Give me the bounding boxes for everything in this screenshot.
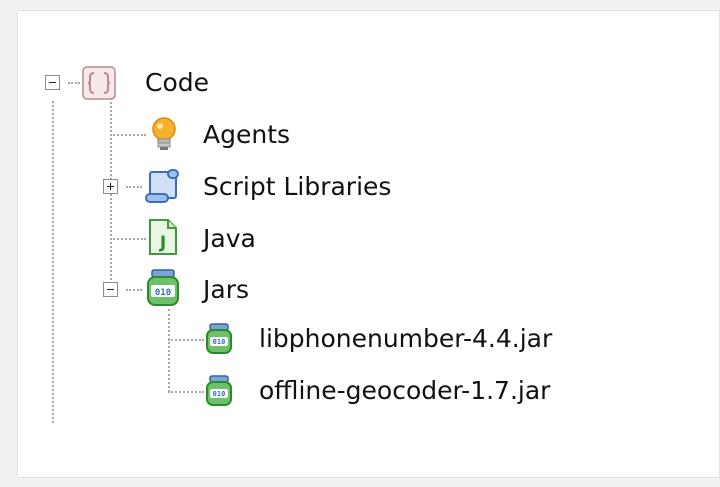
tree-connector	[168, 309, 170, 392]
tree-connector	[52, 101, 54, 423]
tree-connector	[126, 186, 142, 188]
tree-item-code[interactable]: Code	[145, 68, 209, 98]
tree-item-agents[interactable]: Agents	[203, 120, 290, 150]
svg-text:J: J	[159, 233, 166, 253]
script-libraries-expand-toggle[interactable]	[103, 179, 118, 194]
tree-connector	[168, 339, 204, 341]
java-file-icon: J	[148, 218, 178, 260]
tree-connector	[168, 391, 204, 393]
jar-icon: 010	[205, 375, 233, 411]
svg-text:010: 010	[213, 390, 226, 398]
tree-item-jars[interactable]: Jars	[203, 275, 249, 305]
lightbulb-icon	[148, 116, 180, 156]
tree-item-libphonenumber-jar[interactable]: libphonenumber-4.4.jar	[259, 324, 552, 354]
tree-item-script-libraries[interactable]: Script Libraries	[203, 172, 391, 202]
code-collapse-toggle[interactable]	[45, 75, 60, 90]
code-brackets-icon	[82, 66, 116, 104]
jar-icon: 010	[205, 323, 233, 359]
tree-connector	[68, 82, 80, 84]
tree-connector	[126, 289, 142, 291]
tree-item-java[interactable]: Java	[203, 224, 256, 254]
tree-item-offline-geocoder-jar[interactable]: offline-geocoder-1.7.jar	[259, 376, 550, 406]
tree-connector	[110, 238, 146, 240]
script-scroll-icon	[142, 168, 182, 208]
tree-connector	[110, 134, 146, 136]
code-tree-panel: Code Agents Script Libraries J Java 010 …	[17, 10, 720, 478]
svg-text:010: 010	[155, 288, 171, 298]
jar-icon: 010	[146, 269, 180, 311]
svg-text:010: 010	[213, 338, 226, 346]
jars-collapse-toggle[interactable]	[103, 282, 118, 297]
